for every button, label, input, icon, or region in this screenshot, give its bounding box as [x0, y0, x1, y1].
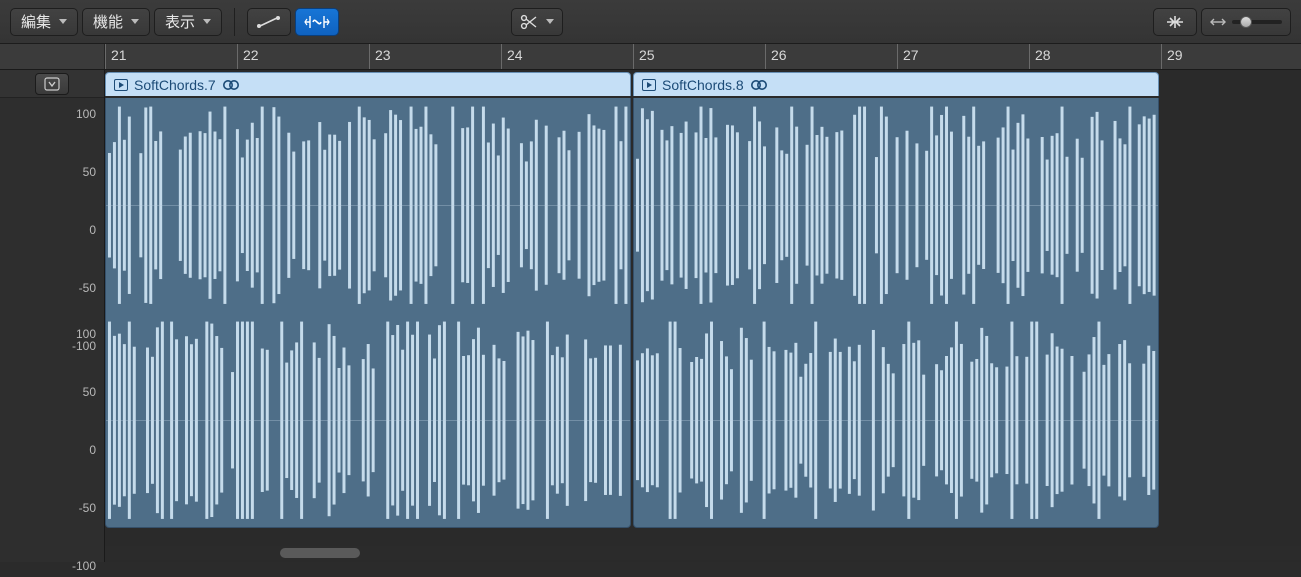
region-header[interactable]: SoftChords.8	[633, 72, 1159, 96]
ruler-label: 28	[1035, 47, 1051, 63]
ruler-tick	[105, 44, 106, 69]
flex-button[interactable]	[295, 8, 339, 36]
scrollbar-thumb[interactable]	[280, 548, 360, 558]
ruler-row: 21 22 23 24 25 26 27 28 29	[0, 44, 1301, 70]
region-name-label: SoftChords.8	[662, 77, 744, 93]
menu-group: 編集 機能 表示	[10, 8, 222, 36]
ruler-gutter	[0, 44, 105, 69]
waveform-axis	[106, 420, 630, 421]
waveform-channel	[634, 313, 1158, 528]
region-body[interactable]	[105, 98, 631, 528]
amplitude-label: -100	[72, 339, 96, 353]
amplitude-label: 100	[76, 327, 96, 341]
waveform-axis	[634, 205, 1158, 206]
ruler-tick	[765, 44, 766, 69]
waveform-axis	[106, 205, 630, 206]
catch-playhead-button[interactable]	[1153, 8, 1197, 36]
ruler-label: 27	[903, 47, 919, 63]
amplitude-label: 50	[83, 385, 96, 399]
region-loop-icon[interactable]	[750, 79, 768, 91]
left-header	[0, 70, 104, 98]
flex-icon	[304, 14, 330, 30]
ruler-tick	[237, 44, 238, 69]
lane[interactable]: SoftChords.7 SoftChords.8	[105, 70, 1301, 562]
ruler-label: 29	[1167, 47, 1183, 63]
ruler-label: 26	[771, 47, 787, 63]
ruler-tick	[1029, 44, 1030, 69]
ruler-tick	[501, 44, 502, 69]
waveform-channel	[106, 313, 630, 528]
zoom-knob[interactable]	[1240, 16, 1252, 28]
ruler-label: 24	[507, 47, 523, 63]
chevron-down-icon	[546, 19, 554, 24]
zoom-horizontal-icon	[1210, 16, 1226, 28]
menu-functions-label: 機能	[93, 11, 123, 32]
waveform-channel	[106, 98, 630, 313]
left-column: 100500-50-100100500-50-100	[0, 70, 105, 562]
menu-view[interactable]: 表示	[154, 8, 222, 36]
region-loop-icon[interactable]	[222, 79, 240, 91]
chevron-down-box-icon	[44, 77, 60, 91]
scissors-icon	[520, 14, 538, 30]
menu-edit-label: 編集	[21, 11, 51, 32]
waveform-channel	[634, 98, 1158, 313]
amplitude-label: 0	[89, 223, 96, 237]
tool-group	[247, 8, 339, 36]
bar-ruler[interactable]: 21 22 23 24 25 26 27 28 29	[105, 44, 1301, 69]
menu-functions[interactable]: 機能	[82, 8, 150, 36]
region-play-icon[interactable]	[114, 79, 128, 91]
ruler-tick	[897, 44, 898, 69]
ruler-tick	[1161, 44, 1162, 69]
horizontal-scrollbar[interactable]	[105, 546, 1301, 560]
chevron-down-icon	[59, 19, 67, 24]
region-play-icon[interactable]	[642, 79, 656, 91]
chevron-down-icon	[203, 19, 211, 24]
amplitude-label: 50	[83, 165, 96, 179]
toolbar: 編集 機能 表示	[0, 0, 1301, 44]
audio-editor: 100500-50-100100500-50-100 SoftChords.7S…	[0, 70, 1301, 562]
marquee-tool-group	[511, 8, 563, 36]
zoom-track[interactable]	[1232, 20, 1282, 24]
ruler-label: 22	[243, 47, 259, 63]
inspector-toggle-button[interactable]	[35, 73, 69, 95]
region-name-label: SoftChords.7	[134, 77, 216, 93]
amplitude-label: 100	[76, 107, 96, 121]
automation-curve-icon	[256, 14, 282, 30]
right-tool-group	[1153, 8, 1291, 36]
horizontal-zoom-slider[interactable]	[1201, 8, 1291, 36]
waveform-axis	[634, 420, 1158, 421]
ruler-tick	[633, 44, 634, 69]
catch-playhead-icon	[1164, 14, 1186, 30]
ruler-label: 25	[639, 47, 655, 63]
amplitude-label: -50	[79, 281, 96, 295]
region-body[interactable]	[633, 98, 1159, 528]
amplitude-label: -100	[72, 559, 96, 573]
chevron-down-icon	[131, 19, 139, 24]
amplitude-label: -50	[79, 501, 96, 515]
toolbar-divider	[234, 8, 235, 36]
menu-view-label: 表示	[165, 11, 195, 32]
region-header[interactable]: SoftChords.7	[105, 72, 631, 96]
scissors-tool-button[interactable]	[511, 8, 563, 36]
ruler-label: 21	[111, 47, 127, 63]
ruler-tick	[369, 44, 370, 69]
amplitude-scale: 100500-50-100100500-50-100	[0, 98, 104, 562]
automation-curve-button[interactable]	[247, 8, 291, 36]
amplitude-label: 0	[89, 443, 96, 457]
waveform-area[interactable]	[105, 98, 1301, 538]
menu-edit[interactable]: 編集	[10, 8, 78, 36]
region-header-row: SoftChords.7 SoftChords.8	[105, 70, 1301, 98]
ruler-label: 23	[375, 47, 391, 63]
